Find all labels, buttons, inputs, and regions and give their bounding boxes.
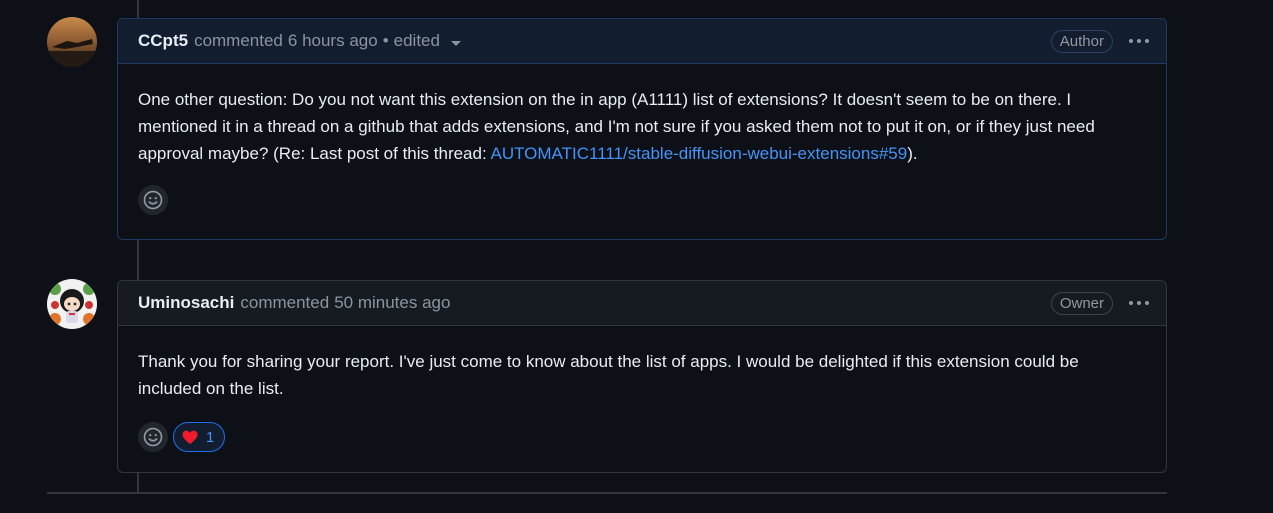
- reactions-bar: 1: [118, 402, 1166, 470]
- triangle-down-icon[interactable]: [450, 40, 461, 46]
- edited-history-toggle[interactable]: edited: [394, 31, 440, 51]
- heart-reaction-button[interactable]: 1: [173, 422, 226, 452]
- avatar-uminosachi[interactable]: [47, 279, 97, 329]
- comment-timestamp[interactable]: 50 minutes ago: [334, 293, 450, 313]
- issue-link[interactable]: AUTOMATIC1111/stable-diffusion-webui-ext…: [490, 144, 907, 163]
- comment-author[interactable]: CCpt5: [138, 31, 188, 51]
- comment-header: Uminosachi commented 50 minutes ago Owne…: [118, 281, 1166, 326]
- heart-icon: [182, 430, 198, 444]
- add-reaction-button[interactable]: [138, 185, 168, 215]
- add-reaction-button[interactable]: [138, 422, 168, 452]
- kebab-horizontal-icon[interactable]: [1126, 293, 1152, 313]
- avatar-image: [47, 17, 97, 67]
- avatar-ccpt5[interactable]: [47, 17, 97, 67]
- timeline-divider: [47, 492, 1167, 494]
- author-badge: Author: [1050, 29, 1113, 53]
- kebab-horizontal-icon[interactable]: [1126, 31, 1152, 51]
- comment-timestamp[interactable]: 6 hours ago: [288, 31, 378, 51]
- smiley-icon: [143, 190, 163, 210]
- comment-header: CCpt5 commented 6 hours ago • edited Aut…: [118, 19, 1166, 64]
- comment-text: Thank you for sharing your report. I've …: [138, 352, 1079, 398]
- comment-body: Thank you for sharing your report. I've …: [118, 326, 1166, 402]
- comment-author[interactable]: Uminosachi: [138, 293, 234, 313]
- owner-badge: Owner: [1050, 291, 1113, 315]
- comment-action: commented: [194, 31, 283, 50]
- comment-text-tail: ).: [907, 144, 918, 163]
- comment-body: One other question: Do you not want this…: [118, 64, 1166, 167]
- comment-action: commented: [240, 293, 330, 312]
- avatar-image: [47, 279, 97, 329]
- edited-separator: •: [382, 31, 389, 50]
- reaction-count: 1: [206, 428, 215, 446]
- comment-ccpt5: CCpt5 commented 6 hours ago • edited Aut…: [117, 18, 1167, 240]
- smiley-icon: [143, 427, 163, 447]
- reactions-bar: [118, 167, 1166, 233]
- comment-uminosachi: Uminosachi commented 50 minutes ago Owne…: [117, 280, 1167, 473]
